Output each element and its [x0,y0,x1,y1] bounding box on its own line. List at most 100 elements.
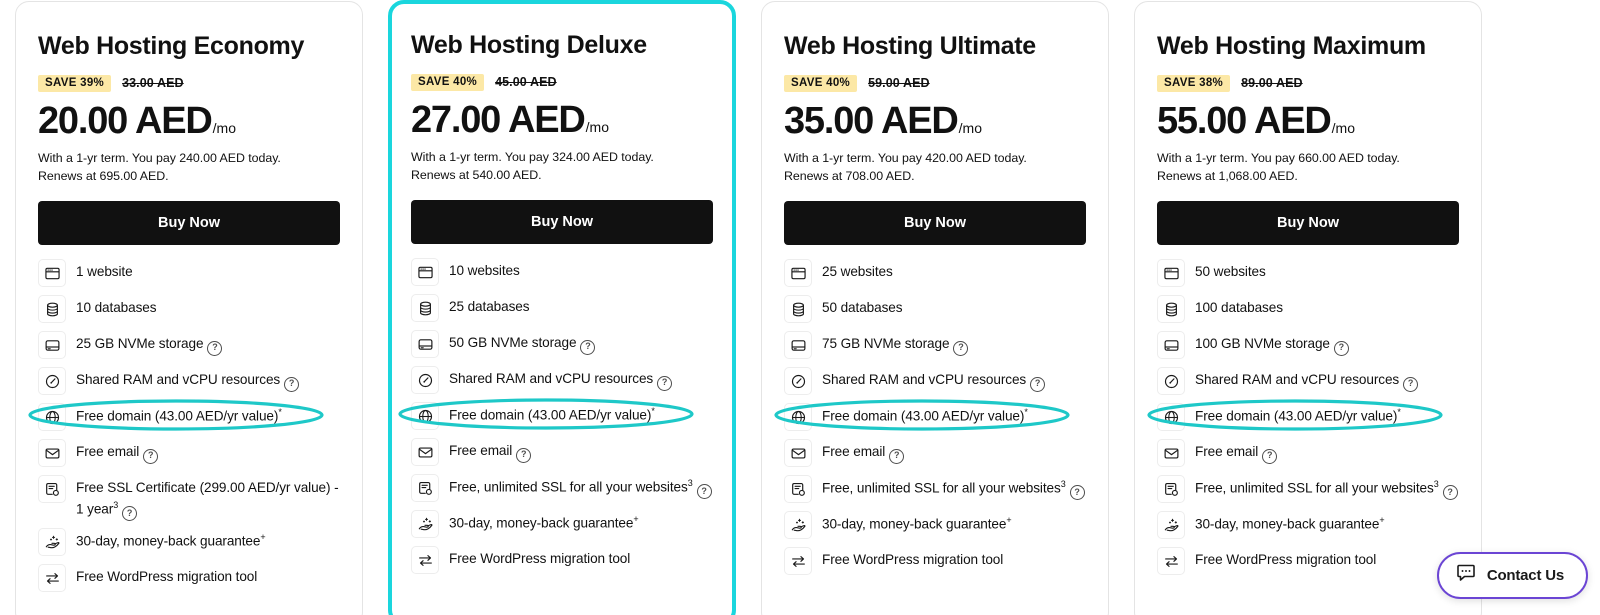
feature-text-wrap: 50 databases [822,295,903,319]
feature-list: 50 websites 100 databases 100 GB NVMe stor… [1147,259,1459,576]
envelope-icon [38,439,66,468]
price-period: /mo [585,118,610,135]
help-tooltip-icon[interactable]: ? [284,376,300,392]
feature-item: Free domain (43.00 AED/yr value)* [1147,399,1459,432]
feature-text-wrap: Free domain (43.00 AED/yr value)* [1195,403,1401,427]
envelope-icon [784,439,812,468]
feature-item: Shared RAM and vCPU resources? [411,366,713,395]
savings-row: SAVE 38% 89.00 AED [1157,74,1459,93]
globe-icon [38,403,66,432]
feature-label: Free email [76,444,140,460]
money-back-hand-icon [784,511,812,540]
buy-now-button[interactable]: Buy Now [411,200,713,245]
price-row: 20.00 AED/mo [38,99,340,142]
feature-item: 25 GB NVMe storage? [38,331,340,360]
feature-label: Free WordPress migration tool [1195,552,1377,568]
feature-text-wrap: Free domain (43.00 AED/yr value)* [76,403,282,427]
database-icon [38,295,66,324]
term-details: With a 1-yr term. You pay 240.00 AED tod… [38,149,340,186]
current-price: 20.00 AED [38,99,213,142]
contact-us-label: Contact Us [1486,567,1564,584]
pricing-card: Web Hosting Ultimate SAVE 40% 59.00 AED 35.… [761,1,1109,615]
feature-item: 1 website [38,259,340,288]
browser-window-icon [38,259,66,288]
feature-text-wrap: Free, unlimited SSL for all your website… [449,474,712,500]
feature-footnote-marker: 3 [687,478,693,489]
feature-item: Shared RAM and vCPU resources? [784,367,1086,396]
help-tooltip-icon[interactable]: ? [122,506,138,522]
price-period: /mo [958,119,983,136]
help-tooltip-icon[interactable]: ? [1442,485,1458,501]
feature-label: 50 GB NVMe storage [449,335,577,351]
term-details: With a 1-yr term. You pay 660.00 AED tod… [1157,149,1459,186]
feature-label: 30-day, money-back guarantee [1195,516,1380,532]
feature-item: Free domain (43.00 AED/yr value)* [28,399,340,432]
save-badge: SAVE 40% [784,74,858,92]
help-tooltip-icon[interactable]: ? [516,447,532,463]
feature-label: 10 websites [449,263,520,279]
help-tooltip-icon[interactable]: ? [1030,376,1046,392]
feature-label: Shared RAM and vCPU resources [822,372,1027,388]
migration-arrows-icon [784,547,812,576]
feature-item: 50 databases [784,295,1086,324]
buy-now-button[interactable]: Buy Now [38,201,340,246]
feature-item: Free, unlimited SSL for all your website… [411,474,713,503]
term-line-1: With a 1-yr term. You pay 240.00 AED tod… [38,150,281,165]
feature-text-wrap: Shared RAM and vCPU resources? [76,367,300,392]
feature-footnote-marker: * [1397,407,1401,418]
contact-us-button[interactable]: Contact Us [1436,552,1588,599]
feature-label: 30-day, money-back guarantee [449,515,634,531]
help-tooltip-icon[interactable]: ? [143,448,159,464]
feature-text-wrap: Free WordPress migration tool [1195,547,1376,571]
envelope-icon [1157,439,1185,468]
feature-footnote-marker: * [278,407,282,418]
feature-text-wrap: 30-day, money-back guarantee+ [1195,511,1385,535]
feature-label: 75 GB NVMe storage [822,336,950,352]
hard-drive-icon [38,331,66,360]
help-tooltip-icon[interactable]: ? [580,339,596,355]
help-tooltip-icon[interactable]: ? [657,375,673,391]
feature-item: Shared RAM and vCPU resources? [1157,367,1459,396]
feature-text-wrap: Free email? [449,438,532,463]
plan-title: Web Hosting Deluxe [411,31,647,59]
chat-bubble-icon [1457,564,1477,587]
feature-item: Free email? [784,439,1086,468]
help-tooltip-icon[interactable]: ? [1333,340,1349,356]
help-tooltip-icon[interactable]: ? [696,484,712,500]
feature-item: Free SSL Certificate (299.00 AED/yr valu… [38,475,340,522]
buy-now-button[interactable]: Buy Now [1157,201,1459,246]
feature-label: Free email [822,444,886,460]
browser-window-icon [784,259,812,288]
feature-label: 50 databases [822,300,903,316]
feature-footnote-marker: + [1379,515,1385,526]
feature-footnote-marker: 3 [1060,479,1066,490]
help-tooltip-icon[interactable]: ? [1403,376,1419,392]
migration-arrows-icon [38,564,66,593]
feature-text-wrap: 25 websites [822,259,893,283]
help-tooltip-icon[interactable]: ? [953,340,969,356]
feature-text-wrap: Shared RAM and vCPU resources? [822,367,1046,392]
feature-text-wrap: 30-day, money-back guarantee+ [822,511,1012,535]
feature-text-wrap: Free domain (43.00 AED/yr value)* [449,402,655,426]
feature-footnote-marker: 3 [113,500,119,511]
feature-label: Free email [449,443,513,459]
buy-now-button[interactable]: Buy Now [784,201,1086,246]
feature-footnote-marker: * [1024,407,1028,418]
price-period: /mo [1331,119,1356,136]
help-tooltip-icon[interactable]: ? [207,340,223,356]
hard-drive-icon [1157,331,1185,360]
gauge-icon [411,366,439,395]
globe-icon [411,402,439,431]
help-tooltip-icon[interactable]: ? [1069,485,1085,501]
term-line-2: Renews at 1,068.00 AED. [1157,169,1298,183]
help-tooltip-icon[interactable]: ? [1262,448,1278,464]
feature-footnote-marker: * [651,406,655,417]
feature-item: 30-day, money-back guarantee+ [784,511,1086,540]
plan-title: Web Hosting Maximum [1157,32,1426,60]
feature-item: Free email? [411,438,713,467]
envelope-icon [411,438,439,467]
feature-label: 10 databases [76,300,157,316]
feature-item: Free WordPress migration tool [411,546,713,575]
help-tooltip-icon[interactable]: ? [889,448,905,464]
feature-list: 10 websites 25 databases 50 GB NVMe storag… [398,258,713,575]
